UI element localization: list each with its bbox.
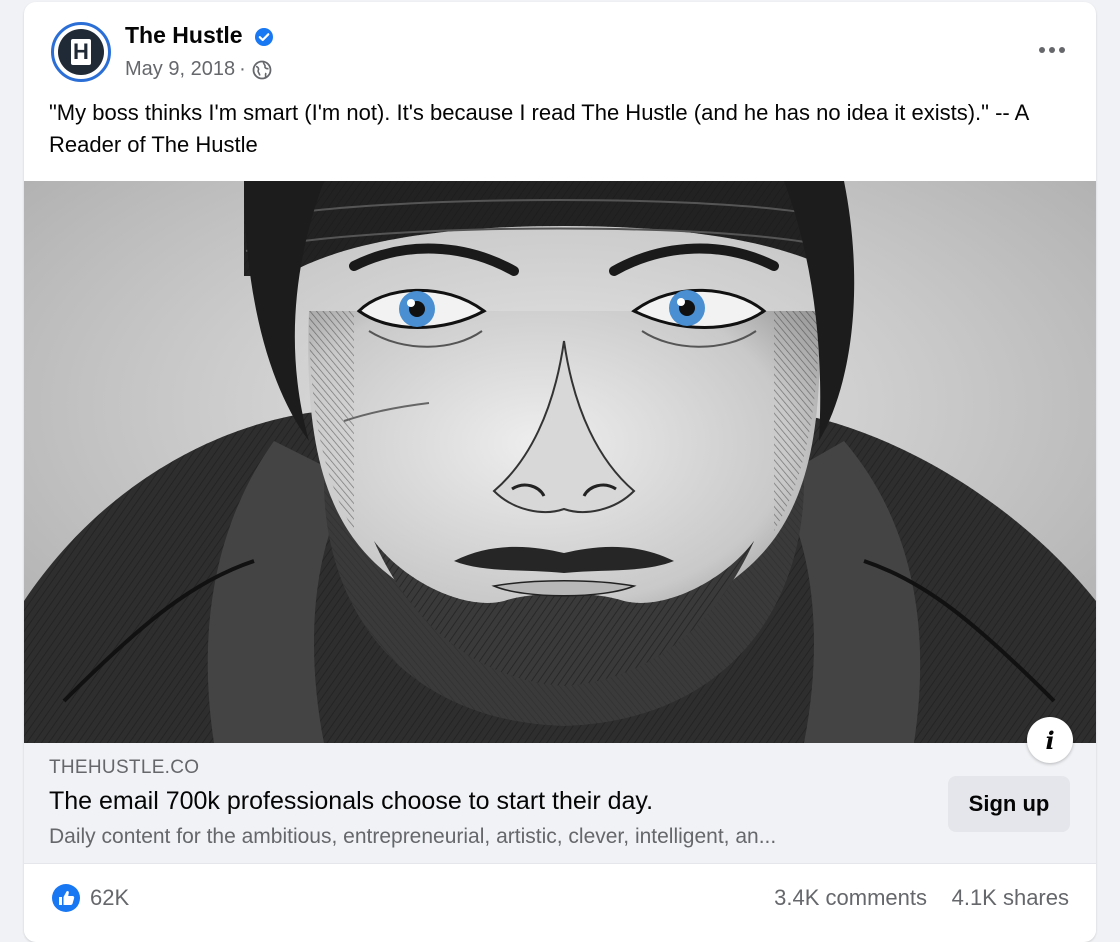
like-reaction-icon[interactable] xyxy=(51,883,81,913)
link-domain: THEHUSTLE.CO xyxy=(49,757,200,778)
ad-info-button[interactable]: i xyxy=(1027,717,1073,763)
meta-separator: · xyxy=(239,58,246,80)
post-header: H The Hustle May 9, 2018 · xyxy=(24,2,1096,92)
info-icon: i xyxy=(1045,725,1055,755)
more-options-icon xyxy=(1039,47,1065,53)
post-meta: May 9, 2018 · xyxy=(125,58,272,81)
reaction-count[interactable]: 62K xyxy=(90,885,129,911)
page-avatar[interactable]: H xyxy=(51,22,111,82)
post-caption: "My boss thinks I'm smart (I'm not). It'… xyxy=(49,100,1029,157)
post-card: H The Hustle May 9, 2018 · "My boss thin… xyxy=(24,2,1096,942)
verified-badge-icon xyxy=(255,28,273,46)
avatar-logo-letter: H xyxy=(71,39,91,65)
post-date[interactable]: May 9, 2018 xyxy=(125,58,235,81)
link-preview[interactable]: THEHUSTLE.CO The email 700k professional… xyxy=(24,743,1096,863)
avatar-logo: H xyxy=(58,29,104,75)
globe-icon[interactable] xyxy=(252,60,272,80)
link-description: Daily content for the ambitious, entrepr… xyxy=(49,825,777,848)
engagement-bar: 62K 3.4K comments 4.1K shares xyxy=(24,863,1096,934)
post-image[interactable] xyxy=(24,181,1096,743)
page-name[interactable]: The Hustle xyxy=(125,22,243,49)
portrait-sketch xyxy=(24,181,1096,743)
comment-count[interactable]: 3.4K comments xyxy=(774,885,927,911)
link-headline[interactable]: The email 700k professionals choose to s… xyxy=(49,787,653,816)
share-count[interactable]: 4.1K shares xyxy=(952,885,1069,911)
more-options-button[interactable] xyxy=(1032,34,1072,66)
sign-up-button[interactable]: Sign up xyxy=(948,776,1070,832)
